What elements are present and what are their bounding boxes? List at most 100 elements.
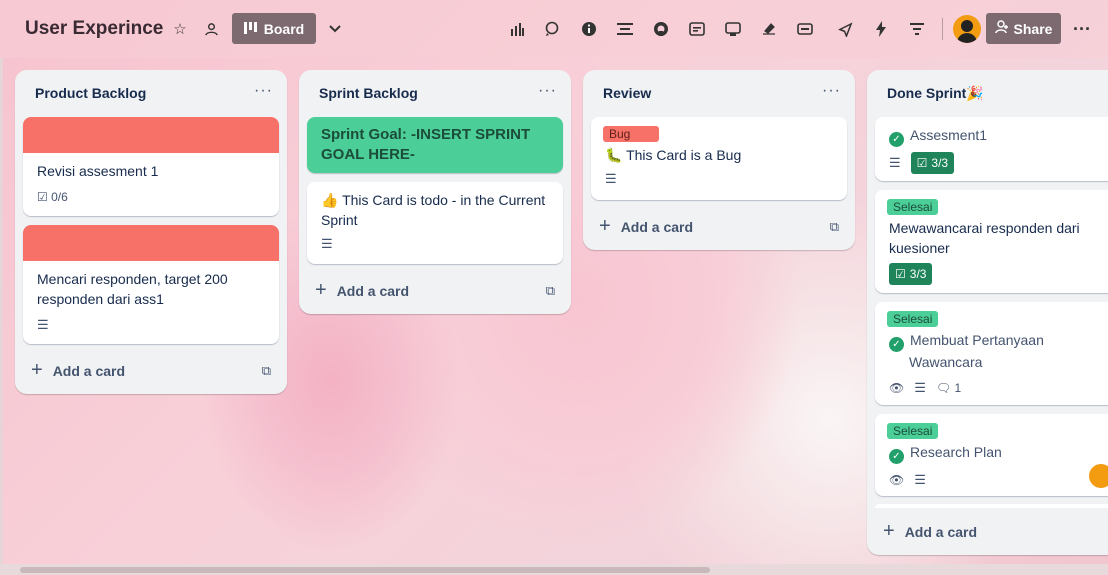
share-button[interactable]: Share xyxy=(986,13,1061,44)
card-title: Mewawancarai responden dari kuesioner xyxy=(889,220,1080,256)
list-menu-icon[interactable]: ··· xyxy=(538,82,557,100)
add-card-button[interactable]: + Add a card xyxy=(599,215,693,238)
chat-icon[interactable] xyxy=(539,16,565,42)
card[interactable]: Revisi assesment 1 ☑ 0/6 xyxy=(23,117,279,216)
comment-icon: 🗨 xyxy=(935,381,952,395)
card-title: Research Plan xyxy=(910,444,1002,460)
automation-icon[interactable] xyxy=(868,16,894,42)
send-icon[interactable] xyxy=(832,16,858,42)
left-scroll-edge xyxy=(0,58,3,564)
watch-icon: 👁 xyxy=(889,381,905,395)
board-view-label: Board xyxy=(263,20,305,37)
plus-icon: + xyxy=(883,520,895,542)
plus-icon: + xyxy=(31,359,43,381)
board-header: User Experince ☆ Board Share ··· xyxy=(0,0,1108,58)
card[interactable]: Selesai ✓ Research Plan 👁 ☰ xyxy=(875,414,1108,496)
scrollbar-thumb[interactable] xyxy=(20,567,710,573)
card[interactable]: Mencari responden, target 200 responden … xyxy=(23,225,279,344)
workspace-icon[interactable] xyxy=(198,16,224,42)
star-icon[interactable]: ☆ xyxy=(167,16,193,42)
add-card-label: Add a card xyxy=(620,218,694,235)
description-icon: ☰ xyxy=(321,236,333,251)
card[interactable]: Bug 🐛 This Card is a Bug ☰ xyxy=(591,117,847,200)
plugin-icon[interactable] xyxy=(756,16,782,42)
list-title[interactable]: Done Sprint🎉 xyxy=(887,85,984,102)
checklist-badge: ☑ 3/3 xyxy=(889,263,933,285)
add-card-label: Add a card xyxy=(52,362,126,379)
card-label-bug[interactable]: Bug xyxy=(603,126,659,142)
header-divider xyxy=(942,18,943,40)
share-icon xyxy=(994,20,1009,37)
checklist-badge: ☑ 0/6 xyxy=(37,190,68,204)
list-product-backlog[interactable]: Product Backlog ··· Revisi assesment 1 ☑… xyxy=(15,70,287,394)
card-title: Revisi assesment 1 xyxy=(37,163,159,179)
add-card-button[interactable]: + Add a card xyxy=(315,279,409,302)
card-label-selesai[interactable]: Selesai xyxy=(887,311,939,327)
share-label: Share xyxy=(1013,20,1053,37)
description-icon: ☰ xyxy=(914,380,926,395)
list-menu-icon[interactable]: ··· xyxy=(254,82,273,100)
add-card-label: Add a card xyxy=(904,523,978,540)
plus-icon: + xyxy=(599,215,611,237)
card[interactable]: ✓ Assesment1 ☰ ☑ 3/3 xyxy=(875,117,1108,181)
mirror-icon[interactable] xyxy=(720,16,746,42)
complete-check-icon[interactable]: ✓ xyxy=(889,337,904,352)
member-avatar[interactable] xyxy=(1089,464,1108,488)
board-icon xyxy=(243,21,258,37)
card-label-selesai[interactable]: Selesai xyxy=(887,423,939,439)
card[interactable]: Selesai Mewawancarai responden dari kues… xyxy=(875,190,1108,293)
card-label-selesai[interactable]: Selesai xyxy=(887,199,939,215)
description-icon: ☰ xyxy=(37,317,49,332)
card-cover xyxy=(23,225,279,261)
more-options-icon[interactable]: ··· xyxy=(1069,16,1095,42)
description-icon: ☰ xyxy=(889,155,901,170)
list-menu-icon[interactable]: ··· xyxy=(822,82,841,100)
plus-icon: + xyxy=(315,279,327,301)
list-title[interactable]: Review xyxy=(603,85,651,101)
card-template-icon[interactable]: ⧉ xyxy=(830,219,839,235)
github-icon[interactable] xyxy=(648,16,674,42)
card-title: Membuat Pertanyaan Wawancara xyxy=(909,332,1044,370)
card[interactable]: Sprint Goal: -INSERT SPRINT GOAL HERE- xyxy=(307,117,563,173)
card-title: 🐛 This Card is a Bug xyxy=(605,147,742,163)
board-view-button[interactable]: Board xyxy=(232,13,316,44)
description-icon: ☰ xyxy=(914,472,926,487)
card-icon[interactable] xyxy=(684,16,710,42)
list-done-sprint[interactable]: Done Sprint🎉 ✓ Assesment1 ☰ ☑ 3/3 Selesai… xyxy=(867,70,1108,555)
list-sprint-backlog[interactable]: Sprint Backlog ··· Sprint Goal: -INSERT … xyxy=(299,70,571,314)
table-icon[interactable] xyxy=(792,16,818,42)
checkbox-icon: ☑ xyxy=(895,267,906,281)
card-title: Assesment1 xyxy=(910,127,988,143)
card[interactable]: 👍 This Card is todo - in the Current Spr… xyxy=(307,182,563,264)
checklist-count: 3/3 xyxy=(931,156,949,170)
card-title: Mencari responden, target 200 responden … xyxy=(37,271,228,307)
card-template-icon[interactable]: ⧉ xyxy=(262,363,271,379)
info-icon[interactable] xyxy=(576,16,602,42)
chevron-down-icon[interactable] xyxy=(322,16,348,42)
checkbox-icon: ☑ xyxy=(37,190,48,204)
card-template-icon[interactable]: ⧉ xyxy=(546,283,555,299)
add-card-button[interactable]: + Add a card xyxy=(31,359,125,382)
list-title[interactable]: Sprint Backlog xyxy=(319,85,418,101)
comment-badge: 🗨 1 xyxy=(936,381,961,395)
list-icon[interactable] xyxy=(612,16,638,42)
checklist-count: 0/6 xyxy=(51,190,68,204)
board-title[interactable]: User Experince xyxy=(25,18,163,40)
card-title: Sprint Goal: -INSERT SPRINT GOAL HERE- xyxy=(321,126,531,163)
avatar[interactable] xyxy=(953,15,981,43)
complete-check-icon[interactable]: ✓ xyxy=(889,132,904,147)
checklist-count: 3/3 xyxy=(909,267,927,281)
list-review[interactable]: Review ··· Bug 🐛 This Card is a Bug ☰ + … xyxy=(583,70,855,250)
add-card-button[interactable]: + Add a card xyxy=(883,520,977,543)
description-icon: ☰ xyxy=(605,171,617,186)
filter-icon[interactable] xyxy=(904,16,930,42)
add-card-label: Add a card xyxy=(336,282,410,299)
watch-icon: 👁 xyxy=(889,473,905,487)
card-title: 👍 This Card is todo - in the Current Spr… xyxy=(321,192,546,228)
list-title[interactable]: Product Backlog xyxy=(35,85,146,101)
comment-count: 1 xyxy=(954,381,962,395)
card[interactable]: Selesai ✓ Membuat Pertanyaan Wawancara 👁 … xyxy=(875,302,1108,405)
card-peek xyxy=(875,504,1108,508)
complete-check-icon[interactable]: ✓ xyxy=(889,449,904,464)
chart-icon[interactable] xyxy=(504,16,530,42)
